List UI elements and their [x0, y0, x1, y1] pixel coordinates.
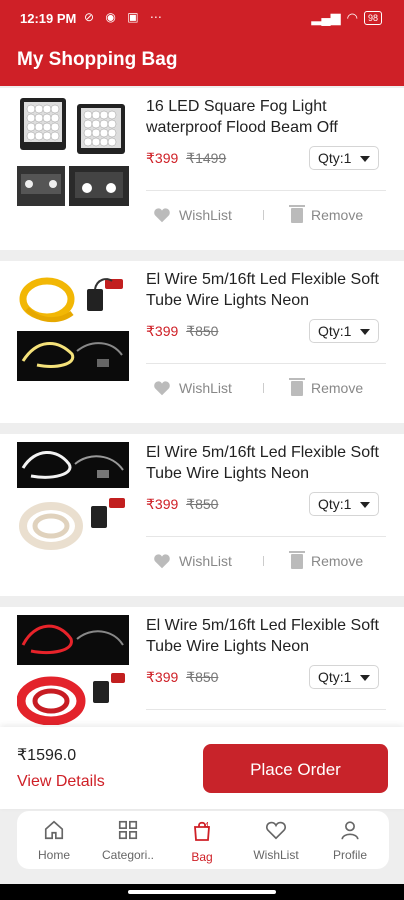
action-separator — [263, 210, 264, 220]
wifi-icon: ◠ — [346, 10, 358, 25]
divider — [146, 709, 386, 710]
quantity-value: Qty:1 — [318, 150, 352, 166]
quantity-value: Qty:1 — [318, 323, 352, 339]
product-image[interactable] — [17, 442, 129, 559]
wishlist-button[interactable]: WishList — [153, 207, 232, 223]
sale-price: ₹399 — [146, 669, 179, 685]
caret-down-icon — [360, 329, 370, 335]
cart-item: El Wire 5m/16ft Led Flexible Soft Tube W… — [0, 261, 404, 423]
home-gesture-handle[interactable] — [128, 890, 276, 894]
nav-home[interactable]: Home — [17, 819, 91, 862]
original-price: ₹850 — [186, 496, 219, 512]
cart-item: El Wire 5m/16ft Led Flexible Soft Tube W… — [0, 434, 404, 596]
sale-price: ₹399 — [146, 496, 179, 512]
product-price: ₹399 ₹850 — [146, 496, 218, 513]
caret-down-icon — [360, 156, 370, 162]
battery-icon: 98 — [363, 11, 382, 25]
nav-bag[interactable]: 4 Bag — [165, 819, 239, 864]
remove-label: Remove — [311, 553, 364, 569]
order-summary: ₹1596.0 View Details Place Order — [0, 727, 404, 809]
page-title: My Shopping Bag — [17, 49, 178, 70]
product-price: ₹399 ₹1499 — [146, 150, 226, 167]
nav-label: Bag — [191, 850, 213, 864]
quantity-select[interactable]: Qty:1 — [309, 319, 379, 343]
product-name[interactable]: El Wire 5m/16ft Led Flexible Soft Tube W… — [146, 615, 386, 657]
quantity-value: Qty:1 — [318, 496, 352, 512]
caret-down-icon — [360, 675, 370, 681]
trash-icon — [289, 204, 305, 223]
product-name[interactable]: El Wire 5m/16ft Led Flexible Soft Tube W… — [146, 442, 386, 484]
trash-icon — [289, 377, 305, 396]
product-image[interactable] — [16, 615, 129, 730]
heart-icon — [266, 821, 286, 840]
quantity-value: Qty:1 — [318, 669, 352, 685]
product-image[interactable] — [17, 269, 129, 386]
nav-label: Home — [37, 848, 70, 862]
wishlist-label: WishList — [179, 207, 232, 223]
item-actions: WishList Remove — [0, 200, 404, 230]
cart-item: 16 LED Square Fog Light waterproof Flood… — [0, 88, 404, 250]
quantity-select[interactable]: Qty:1 — [309, 146, 379, 170]
svg-text:4: 4 — [205, 821, 210, 830]
remove-label: Remove — [311, 380, 364, 396]
signal-icon: ▂▄▆ — [311, 10, 341, 25]
nav-profile[interactable]: Profile — [313, 819, 387, 862]
notification-icons: ⊘ ◉ ▣ ⋯ — [84, 10, 166, 24]
original-price: ₹850 — [186, 669, 219, 685]
sale-price: ₹399 — [146, 323, 179, 339]
quantity-select[interactable]: Qty:1 — [309, 665, 379, 689]
remove-label: Remove — [311, 207, 364, 223]
trash-icon — [289, 550, 305, 569]
original-price: ₹1499 — [186, 150, 227, 166]
remove-button[interactable]: Remove — [289, 204, 364, 223]
app-bar: My Shopping Bag — [0, 38, 404, 86]
wishlist-button[interactable]: WishList — [153, 553, 232, 569]
wishlist-label: WishList — [179, 380, 232, 396]
view-details-link[interactable]: View Details — [17, 773, 105, 791]
status-right: ▂▄▆ ◠ 98 — [311, 10, 382, 26]
product-name[interactable]: El Wire 5m/16ft Led Flexible Soft Tube W… — [146, 269, 386, 311]
system-nav-bar — [0, 884, 404, 900]
heart-icon — [154, 208, 170, 223]
product-price: ₹399 ₹850 — [146, 669, 218, 686]
status-bar: 12:19 PM ⊘ ◉ ▣ ⋯ ▂▄▆ ◠ 98 — [0, 0, 404, 38]
nav-wishlist[interactable]: WishList — [239, 819, 313, 862]
status-time: 12:19 PM — [20, 11, 77, 26]
divider — [146, 536, 386, 537]
divider — [146, 190, 386, 191]
item-actions: WishList Remove — [0, 373, 404, 403]
grid-icon — [118, 820, 138, 840]
nav-label: Categori.. — [101, 848, 155, 862]
nav-label: WishList — [253, 848, 299, 862]
nav-label: Profile — [332, 848, 367, 862]
heart-icon — [154, 381, 170, 396]
sale-price: ₹399 — [146, 150, 179, 166]
product-price: ₹399 ₹850 — [146, 323, 218, 340]
wishlist-button[interactable]: WishList — [153, 380, 232, 396]
user-icon — [341, 821, 359, 840]
action-separator — [263, 556, 264, 566]
product-name[interactable]: 16 LED Square Fog Light waterproof Flood… — [146, 96, 386, 138]
item-actions: WishList Remove — [0, 546, 404, 576]
caret-down-icon — [360, 502, 370, 508]
bag-icon: 4 — [194, 821, 210, 841]
nav-categories[interactable]: Categori.. — [91, 819, 165, 862]
home-icon — [44, 820, 64, 840]
product-image[interactable] — [17, 96, 129, 211]
place-order-button[interactable]: Place Order — [203, 744, 388, 793]
remove-button[interactable]: Remove — [289, 550, 364, 569]
original-price: ₹850 — [186, 323, 219, 339]
heart-icon — [154, 554, 170, 569]
bottom-nav: Home Categori.. 4 Bag WishList Profile — [17, 811, 389, 869]
action-separator — [263, 383, 264, 393]
cart-item: El Wire 5m/16ft Led Flexible Soft Tube W… — [0, 607, 404, 747]
quantity-select[interactable]: Qty:1 — [309, 492, 379, 516]
total-amount: ₹1596.0 — [17, 747, 77, 764]
remove-button[interactable]: Remove — [289, 377, 364, 396]
wishlist-label: WishList — [179, 553, 232, 569]
divider — [146, 363, 386, 364]
